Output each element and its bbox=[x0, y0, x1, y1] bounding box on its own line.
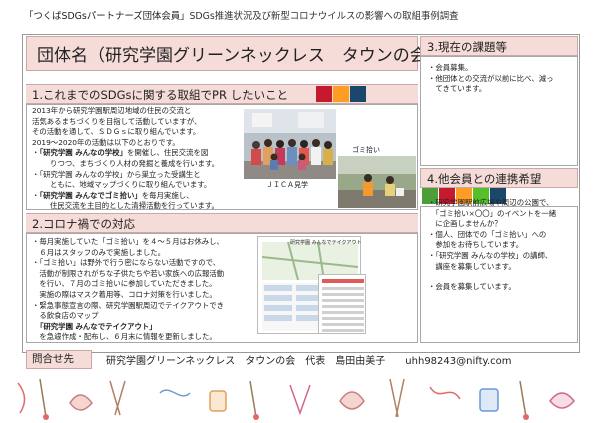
contact-value: 研究学園グリーンネックレス タウンの会 代表 島田由美子 uhh98243@ni… bbox=[106, 356, 512, 367]
s1-bullet-rest: 「研究学園 みんなの学校」から巣立った受講生と bbox=[39, 169, 201, 179]
s2-map-name: 「研究学園 みんなでテイクアウト」 bbox=[36, 321, 157, 331]
section4-title: 4.他会員との連携希望 bbox=[427, 172, 542, 186]
s2-line: る飲食店のマップ bbox=[32, 311, 99, 321]
section4-text: ・研究学園駅前広場や周辺の公園で、 「ゴミ拾い×〇〇」のイベントを一緒 に企画し… bbox=[428, 198, 556, 293]
s2-line: ６月はスタッフのみで実施しました。 bbox=[32, 247, 166, 257]
s1-line: 2013年から研究学園駅周辺地域の住民の交流と bbox=[32, 106, 192, 115]
s4-line bbox=[428, 272, 556, 282]
sdg-goal-icon bbox=[316, 86, 332, 102]
s4-line: 参加をお待ちしています。 bbox=[428, 240, 524, 250]
s1-line: その活動を通して、ＳＤＧｓに取り組んでいます。 bbox=[32, 127, 201, 137]
s1-line: 2019～2020年の活動は以下のとおりです。 bbox=[32, 137, 180, 147]
section3-title: 3.現在の課題等 bbox=[427, 40, 507, 54]
s2-line: 実施の際はマスク着用等、コロナ対策を行いました。 bbox=[32, 289, 217, 299]
s3-line: ・会員募集。 bbox=[428, 63, 473, 72]
section1-intro: 2013年から研究学園駅周辺地域の住民の交流と 活気あるまちづくりを目指して活動… bbox=[32, 106, 219, 212]
contact-label: 問合せ先 bbox=[26, 350, 92, 369]
s2-line: を急遽作成・配布し、６月末に情報を更新しました。 bbox=[32, 332, 217, 342]
s1-bullet-cont: ともに、地域マップづくりに取り組んでいます。 bbox=[50, 180, 212, 190]
s3-line: ・他団体との交流が以前に比べ、減っ bbox=[428, 73, 554, 83]
s4-line: ・会員を募集しています。 bbox=[428, 282, 516, 292]
s4-line: ・個人、団体での「ゴミ拾い」への bbox=[428, 229, 547, 239]
takeout-list-image bbox=[318, 274, 366, 334]
s2-line: を行い、７月のゴミ拾いに参加していただきました。 bbox=[32, 279, 217, 289]
org-title-box: 団体名（研究学園グリーンネックレス タウンの会） bbox=[26, 36, 444, 71]
sdg-goal-icon bbox=[333, 86, 349, 102]
s4-line: ・「研究学園 みんなの学校」の講師、 bbox=[428, 250, 553, 260]
s1-bullet-cont: 住民交流を主目的とした清掃活動を行っています。 bbox=[50, 201, 219, 211]
section2-text: ・毎月実施していた「ゴミ拾い」を４～５月はお休みし、 ６月はスタッフのみで実施し… bbox=[32, 237, 224, 343]
s1-bullet: ・「研究学園 みんなの学校」を開催し、住民交流を図 bbox=[32, 148, 209, 158]
s1-line: 活気あるまちづくりを目指して活動していますが、 bbox=[32, 116, 202, 126]
takeout-map-title: 研究学園 みんなでテイクアウト bbox=[290, 240, 362, 246]
org-title: 団体名（研究学園グリーンネックレス タウンの会） bbox=[37, 46, 444, 66]
sdg-goal-icon bbox=[350, 86, 366, 102]
s4-line: に企画しませんか？ bbox=[428, 219, 502, 229]
s4-line: ・研究学園駅前広場や周辺の公園で、 bbox=[428, 198, 554, 207]
caption-gomi: ゴミ拾い bbox=[352, 146, 380, 154]
s1-bullet: ・「研究学園 みんなでゴミ拾い」を毎月実施し、 bbox=[32, 190, 194, 200]
s3-line: てきています。 bbox=[428, 84, 487, 94]
s1-bullet-bold: 「研究学園 みんなでゴミ拾い」 bbox=[39, 190, 142, 200]
s2-line: 活動が制限されがちな子供たちや若い家族への広報活動 bbox=[32, 268, 225, 278]
section2-header: 2.コロナ禍での対応 bbox=[26, 213, 418, 233]
s1-bullet-bold: 「研究学園 みんなの学校」 bbox=[39, 148, 127, 158]
s4-line: 「ゴミ拾い×〇〇」のイベントを一緒 bbox=[428, 208, 557, 218]
header-program: 「つくばSDGsパートナーズ団体会員」 bbox=[24, 11, 190, 22]
s2-line: ・緊急事態宣言の際、研究学園駅周辺でテイクアウトでき bbox=[32, 300, 225, 310]
section4-header: 4.他会員との連携希望 bbox=[420, 168, 578, 188]
s2-line: ・「ゴミ拾い」は野外で行う密にならない活動ですので、 bbox=[32, 258, 221, 268]
s4-line: 講座を募集しています。 bbox=[428, 261, 516, 271]
s1-bullet-rest: を毎月実施し、 bbox=[141, 190, 194, 200]
section3-header: 3.現在の課題等 bbox=[420, 36, 578, 56]
photo-jica-visit bbox=[244, 109, 336, 179]
s1-bullet-cont: りつつ、まちづくり人材の発掘と養成を行います。 bbox=[50, 158, 220, 168]
s1-bullet: ・「研究学園 みんなの学校」から巣立った受講生と bbox=[32, 169, 201, 179]
header-subtitle: SDGs推進状況及び新型コロナウイルスの影響への取組事例調査 bbox=[189, 11, 459, 22]
caption-jica: ＪＩＣＡ見学 bbox=[266, 181, 308, 189]
decorative-footer-illustration bbox=[17, 378, 575, 420]
photo-litter-pickup bbox=[338, 156, 416, 208]
s2-line: ・毎月実施していた「ゴミ拾い」を４～５月はお休みし、 bbox=[32, 237, 224, 246]
section1-title: 1.これまでのSDGsに関する取組でPR したいこと bbox=[32, 88, 289, 102]
section2-title: 2.コロナ禍での対応 bbox=[32, 217, 135, 231]
section3-text: ・会員募集。 ・他団体との交流が以前に比べ、減っ てきています。 bbox=[428, 63, 554, 95]
s1-bullet-rest: を開催し、住民交流を図 bbox=[126, 148, 209, 158]
page-header: 「つくばSDGsパートナーズ団体会員」SDGs推進状況及び新型コロナウイルスの影… bbox=[24, 8, 459, 22]
